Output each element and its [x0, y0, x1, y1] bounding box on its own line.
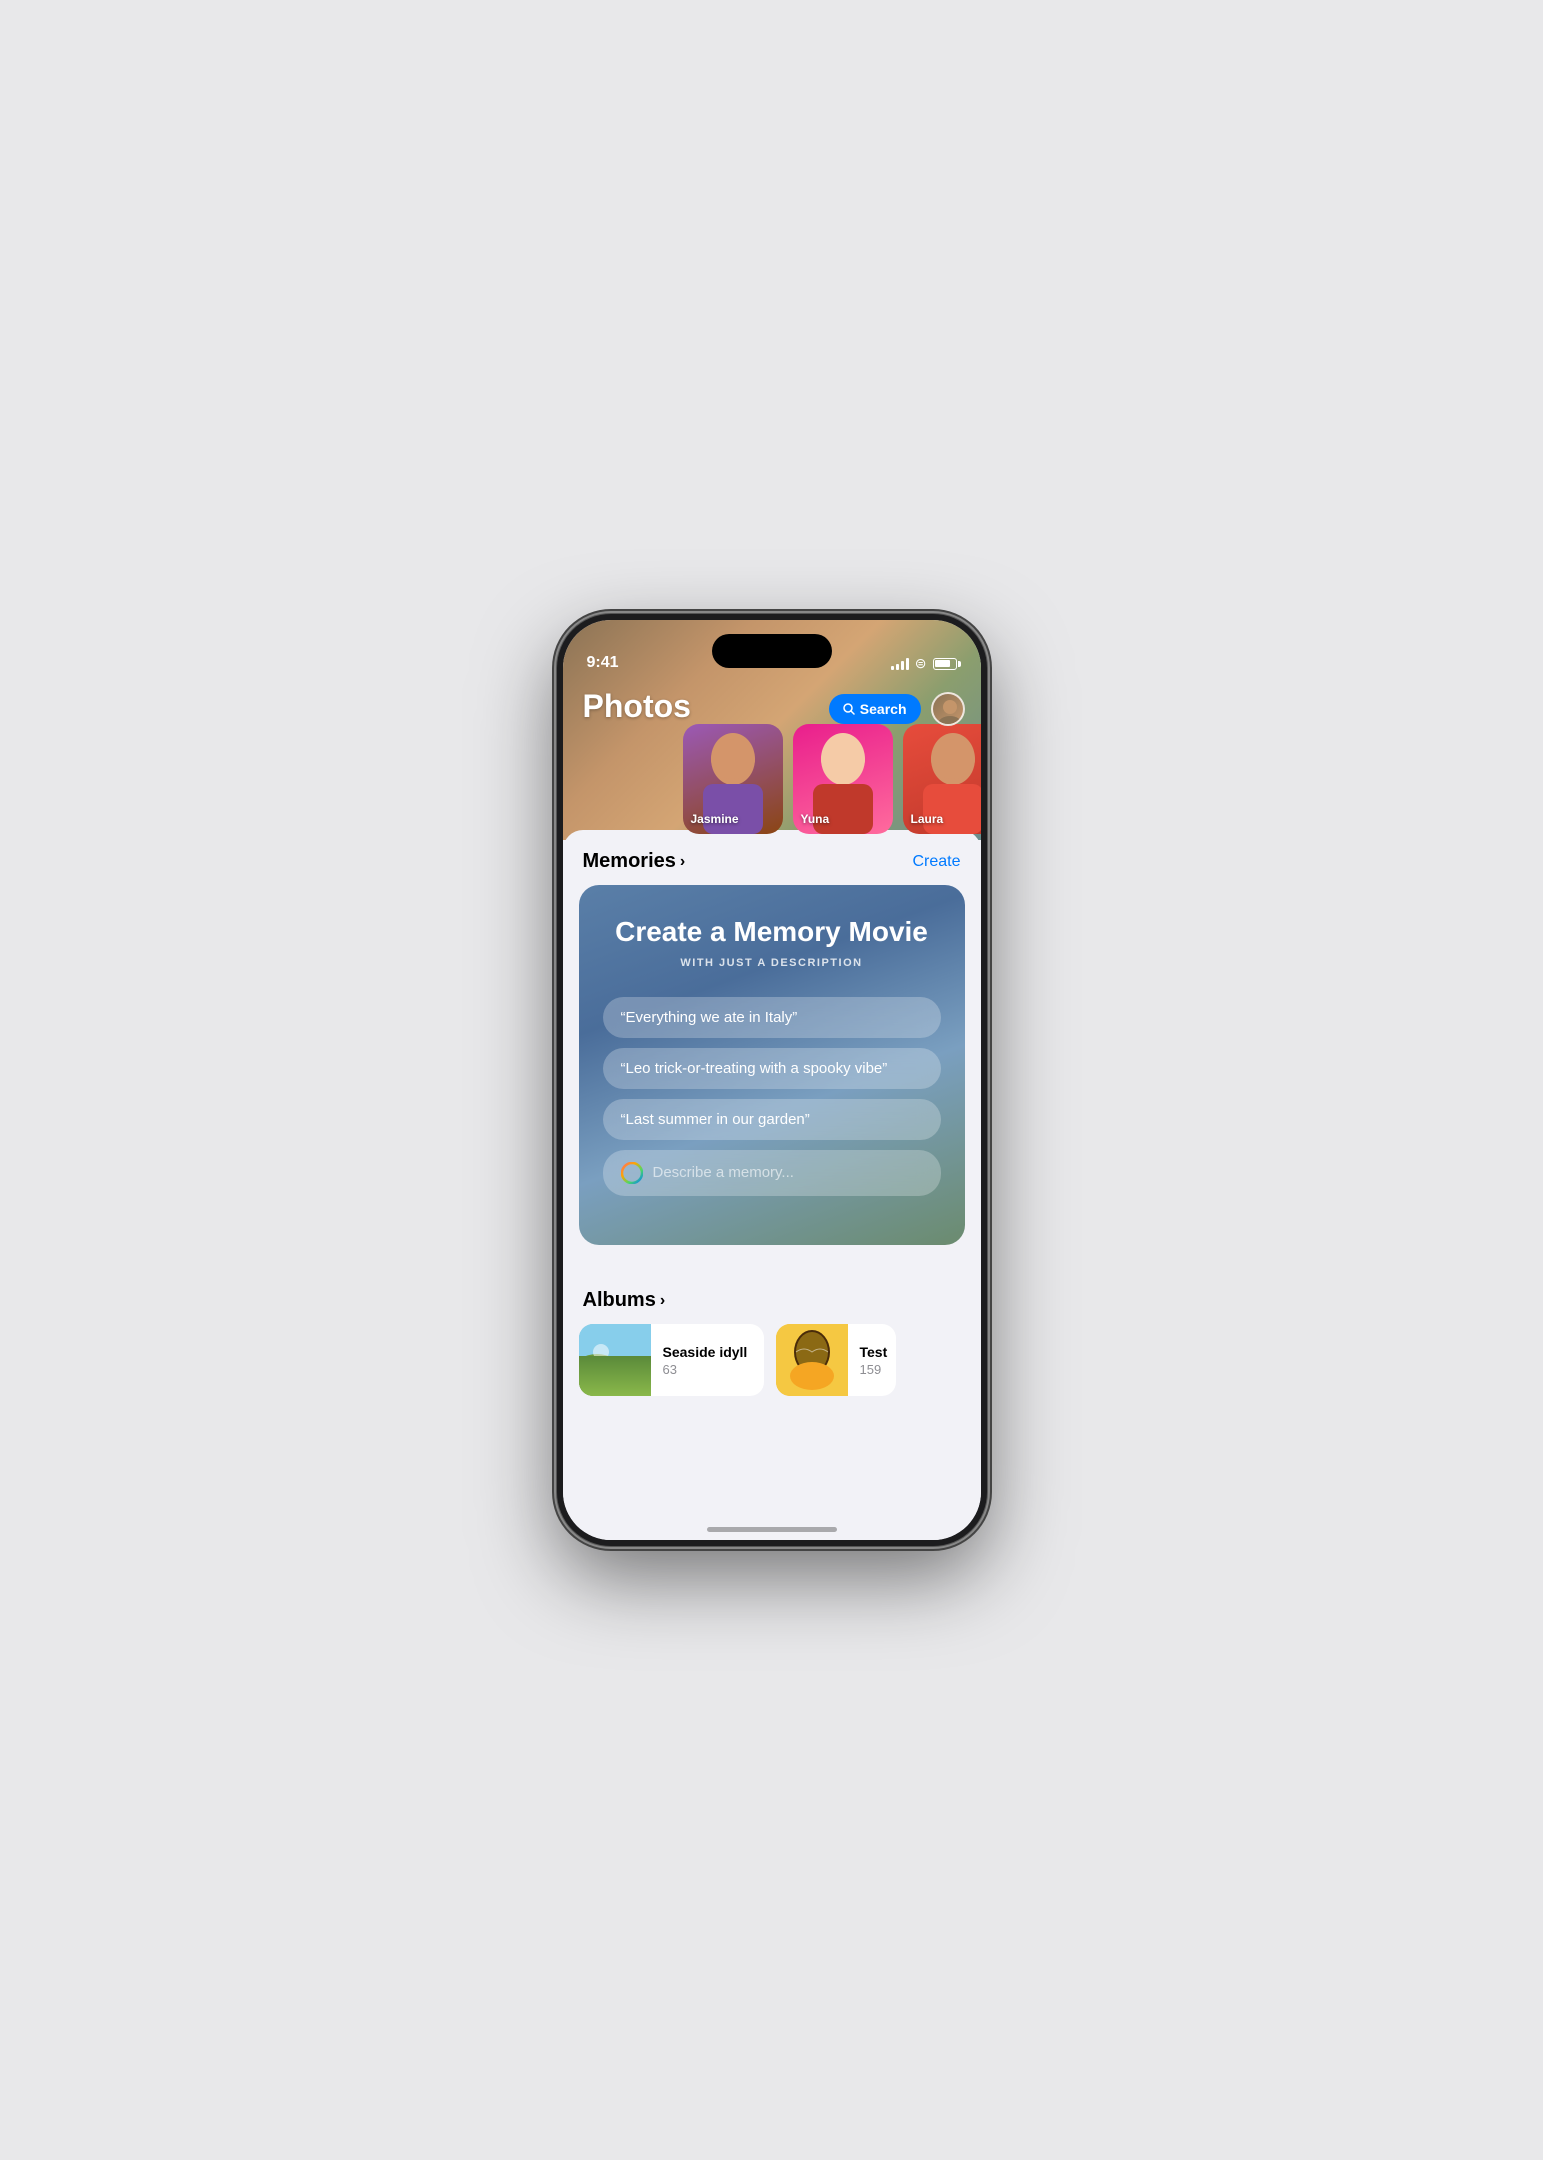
screen-content: 9:41 ⊜ Photos [563, 620, 981, 1540]
signal-bar-4 [906, 658, 909, 670]
albums-grid: Seaside idyll 63 [579, 1324, 965, 1396]
memory-card-title: Create a Memory Movie [603, 915, 941, 949]
suggestion-chip-1[interactable]: “Everything we ate in Italy” [603, 997, 941, 1038]
signal-bar-1 [891, 666, 894, 670]
phone-frame: 9:41 ⊜ Photos [557, 614, 987, 1546]
memories-section-header: Memories › Create [563, 830, 981, 885]
jasmine-label: Jasmine [691, 812, 739, 826]
search-button-label: Search [860, 701, 907, 717]
albums-title[interactable]: Albums › [583, 1289, 666, 1312]
albums-section: Seaside idyll 63 [563, 1324, 981, 1396]
album-info-test: Test 159 [848, 1334, 896, 1387]
search-button[interactable]: Search [829, 694, 921, 724]
page-title-area: Photos [583, 688, 691, 725]
memory-describe-input[interactable] [653, 1164, 923, 1181]
suggestion-chip-2[interactable]: “Leo trick-or-treating with a spooky vib… [603, 1048, 941, 1089]
memory-card-subtitle: WITH JUST A DESCRIPTION [603, 957, 941, 969]
seaside-thumbnail [579, 1324, 651, 1396]
signal-bar-2 [896, 664, 899, 670]
status-icons: ⊜ [891, 655, 957, 672]
memories-create-button[interactable]: Create [912, 853, 960, 871]
phone-screen: 9:41 ⊜ Photos [563, 620, 981, 1540]
dynamic-island [712, 634, 832, 668]
page-title: Photos [583, 688, 691, 724]
suggestion-chip-3[interactable]: “Last summer in our garden” [603, 1099, 941, 1140]
memory-card[interactable]: Create a Memory Movie WITH JUST A DESCRI… [579, 885, 965, 1245]
album-card-seaside[interactable]: Seaside idyll 63 [579, 1324, 764, 1396]
album-info-seaside: Seaside idyll 63 [651, 1334, 764, 1387]
battery-icon [933, 658, 957, 670]
signal-icon [891, 658, 909, 670]
person-jasmine[interactable]: Jasmine [683, 724, 783, 834]
album-name-seaside: Seaside idyll [663, 1344, 752, 1360]
albums-chevron-icon: › [660, 1292, 665, 1310]
user-avatar[interactable] [931, 692, 965, 726]
album-name-test: Test [860, 1344, 888, 1360]
test-thumbnail [776, 1324, 848, 1396]
header-actions: Search [829, 692, 965, 726]
wifi-icon: ⊜ [915, 655, 927, 672]
album-count-test: 159 [860, 1362, 888, 1377]
album-thumb-test [776, 1324, 848, 1396]
laura-label: Laura [911, 812, 944, 826]
memories-chevron-icon: › [680, 853, 685, 871]
memory-input-row[interactable] [603, 1150, 941, 1196]
person-yuna[interactable]: Yuna [793, 724, 893, 834]
main-content: Memories › Create Create a Memory Movie … [563, 830, 981, 1540]
album-card-test[interactable]: Test 159 [776, 1324, 896, 1396]
album-count-seaside: 63 [663, 1362, 752, 1377]
suggestion-chips: “Everything we ate in Italy” “Leo trick-… [603, 997, 941, 1140]
album-thumb-seaside [579, 1324, 651, 1396]
search-icon [843, 703, 855, 715]
albums-section-header: Albums › [563, 1269, 981, 1324]
siri-icon [621, 1162, 643, 1184]
avatar-image [933, 694, 965, 726]
person-laura[interactable]: Laura [903, 724, 981, 834]
yuna-label: Yuna [801, 812, 830, 826]
signal-bar-3 [901, 661, 904, 670]
memories-title[interactable]: Memories › [583, 850, 686, 873]
home-indicator[interactable] [707, 1527, 837, 1532]
battery-fill [935, 660, 950, 667]
